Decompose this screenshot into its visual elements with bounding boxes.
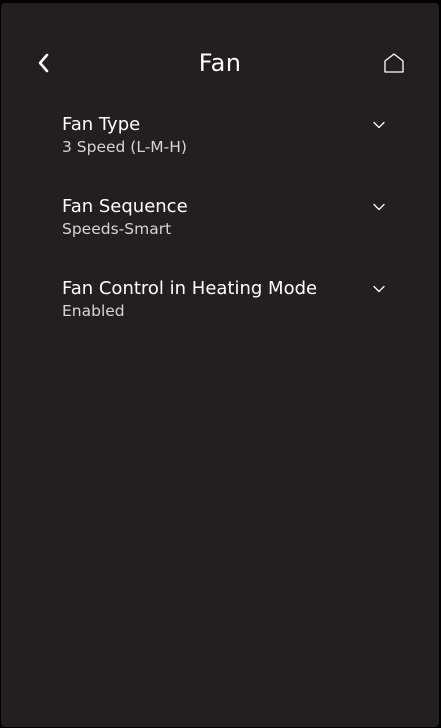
header: Fan [1, 3, 439, 113]
back-button[interactable] [29, 47, 61, 79]
chevron-down-icon[interactable] [371, 281, 387, 297]
chevron-left-icon [29, 47, 61, 79]
setting-value: 3 Speed (L-M-H) [62, 138, 187, 156]
setting-label: Fan Sequence [62, 196, 188, 217]
setting-label: Fan Control in Heating Mode [62, 278, 318, 299]
setting-fan-type[interactable]: Fan Type 3 Speed (L-M-H) [1, 113, 439, 195]
setting-list: Fan Type 3 Speed (L-M-H) Fan Sequence Sp… [1, 113, 439, 359]
chevron-down-icon[interactable] [371, 199, 387, 215]
home-icon [379, 48, 409, 78]
setting-label: Fan Type [62, 114, 141, 135]
setting-value: Speeds-Smart [62, 220, 172, 238]
page-title: Fan [198, 49, 242, 77]
setting-fan-sequence[interactable]: Fan Sequence Speeds-Smart [1, 195, 439, 277]
chevron-down-icon[interactable] [371, 117, 387, 133]
setting-value: Enabled [62, 302, 125, 320]
home-button[interactable] [379, 48, 409, 78]
setting-fan-control-heating-mode[interactable]: Fan Control in Heating Mode Enabled [1, 277, 439, 359]
fan-settings-screen: Fan Fan Type 3 Speed (L-M-H) Fan Sequenc… [1, 3, 439, 727]
